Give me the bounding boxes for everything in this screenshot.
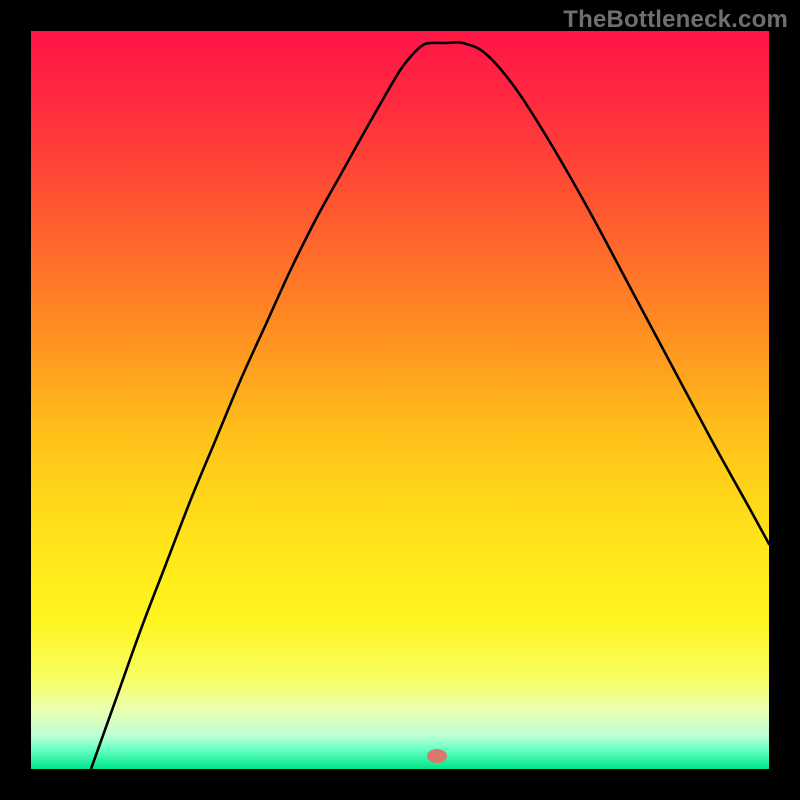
plot-area [31,31,769,769]
gradient-background [31,31,769,769]
chart-stage: TheBottleneck.com [0,0,800,800]
minimum-marker [427,749,447,763]
watermark-text: TheBottleneck.com [563,6,788,34]
plot-svg [31,31,769,769]
